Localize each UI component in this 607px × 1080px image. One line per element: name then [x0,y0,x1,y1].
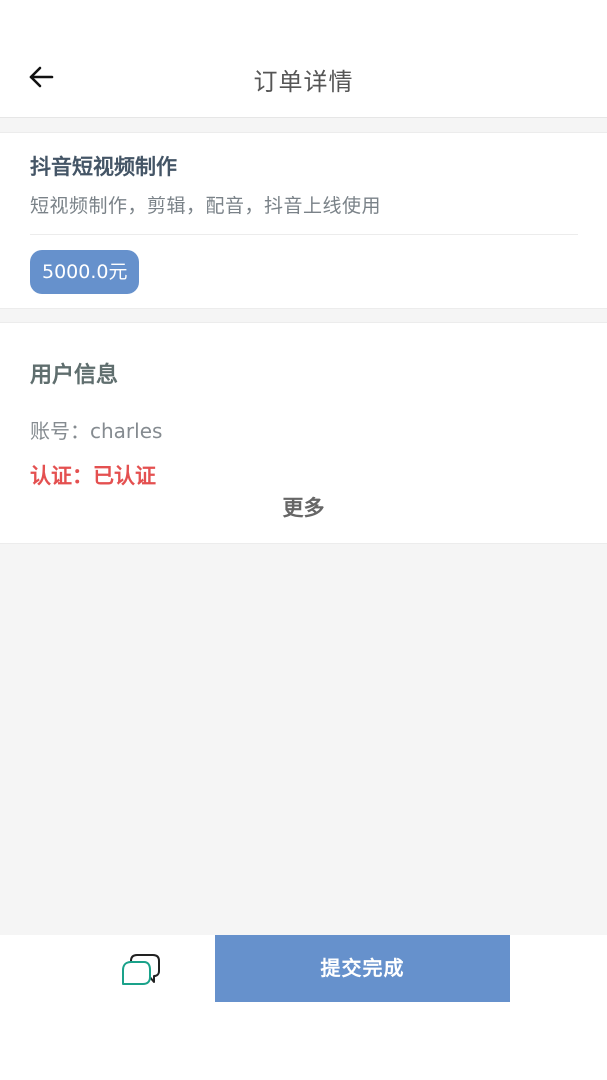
user-info-card: 用户信息 账号：charles 认证：已认证 更多 [0,322,607,544]
chat-bubbles-icon [122,954,160,985]
top-header: 订单详情 [0,0,607,118]
page-title: 订单详情 [253,68,354,96]
service-description: 短视频制作，剪辑，配音，抖音上线使用 [30,195,382,217]
chat-button[interactable] [112,945,170,993]
bottom-blank-area [0,1002,607,1080]
bottom-action-bar: 提交完成 [0,935,607,1002]
more-link[interactable]: 更多 [0,492,607,522]
service-card: 抖音短视频制作 短视频制作，剪辑，配音，抖音上线使用 5000.0元 [0,132,607,309]
verification-status: 认证：已认证 [30,464,156,488]
user-info-title: 用户信息 [30,363,119,388]
service-title: 抖音短视频制作 [30,155,177,179]
price-badge: 5000.0元 [30,250,140,294]
account-text: 账号：charles [30,419,163,443]
submit-complete-button[interactable]: 提交完成 [215,935,510,1002]
divider [30,234,578,235]
